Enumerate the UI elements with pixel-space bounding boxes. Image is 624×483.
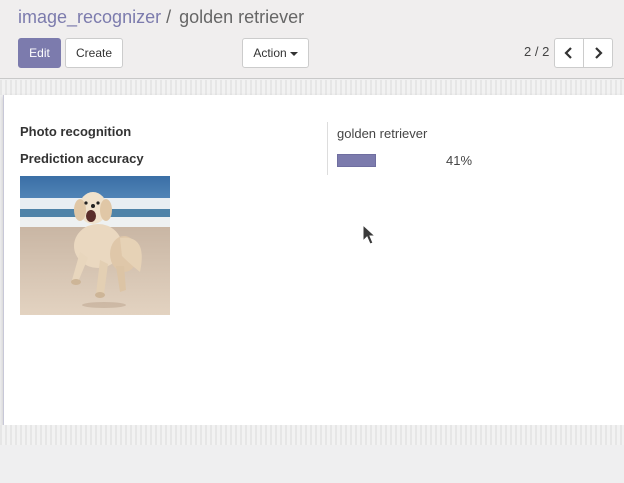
create-button-label: Create: [75, 46, 113, 60]
breadcrumb-parent-link[interactable]: image_recognizer: [18, 7, 161, 27]
mouse-cursor-icon: [362, 224, 376, 245]
breadcrumb-separator: /: [166, 7, 172, 27]
action-button-label: Action: [253, 46, 287, 60]
pager-previous-button[interactable]: [554, 38, 584, 68]
breadcrumb-current: golden retriever: [179, 7, 305, 27]
field-divider: [327, 122, 328, 175]
sheet-background-top: [0, 80, 624, 95]
pager-next-button[interactable]: [583, 38, 613, 68]
accuracy-progress-fill: [337, 154, 377, 167]
accuracy-progress-bar: [337, 154, 433, 167]
photo-recognition-label: Photo recognition: [20, 124, 132, 139]
edit-button[interactable]: Edit: [18, 38, 61, 68]
caret-down-icon: [289, 51, 298, 56]
control-panel: image_recognizer / golden retriever Edit C…: [0, 0, 624, 79]
prediction-value: golden retriever: [337, 126, 428, 141]
sheet-background-bottom: [0, 425, 624, 445]
action-dropdown-button[interactable]: Action: [242, 38, 309, 68]
form-sheet: Photo recognition Prediction accuracy go…: [3, 95, 624, 425]
chevron-right-icon: [595, 47, 603, 59]
dog-photo: [20, 176, 170, 315]
prediction-accuracy-label: Prediction accuracy: [20, 151, 144, 166]
chevron-left-icon: [564, 47, 572, 59]
breadcrumb: image_recognizer / golden retriever: [18, 6, 304, 28]
form-view: Photo recognition Prediction accuracy go…: [0, 80, 624, 483]
edit-button-label: Edit: [29, 46, 50, 60]
accuracy-progress-text: 41%: [446, 153, 473, 168]
create-button[interactable]: Create: [65, 38, 123, 68]
page-background: [0, 445, 624, 483]
pager-value[interactable]: 2 / 2: [524, 44, 549, 59]
